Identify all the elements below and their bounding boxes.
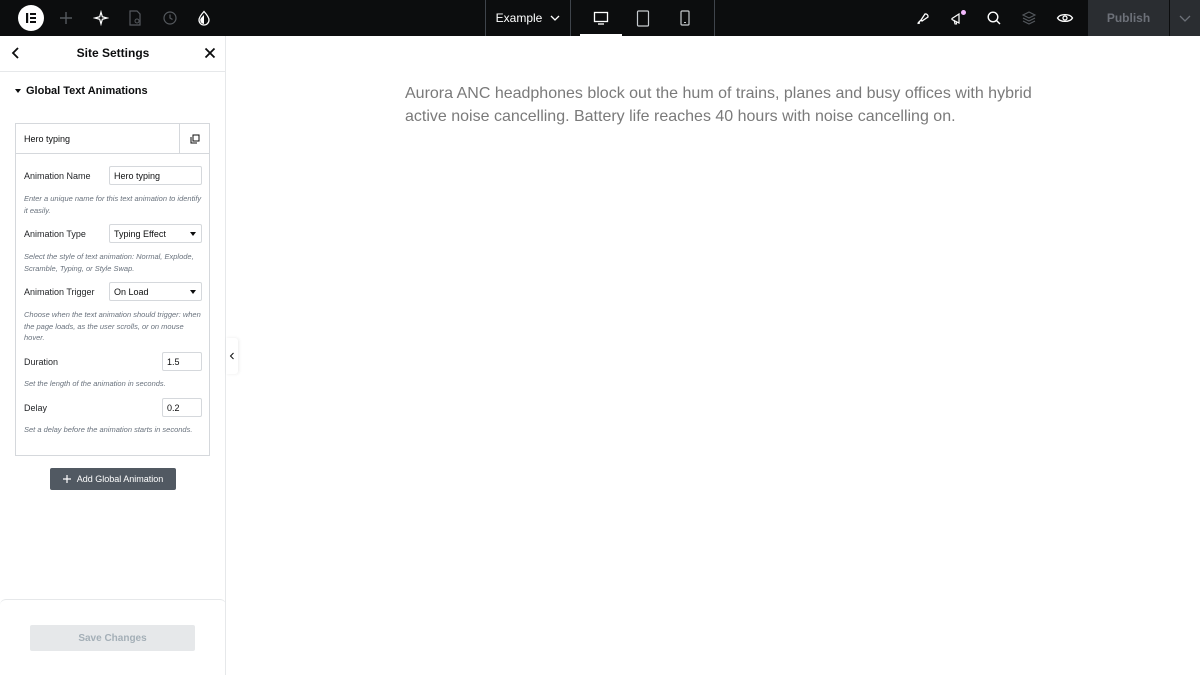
animation-name-description: Enter a unique name for this text animat… <box>24 194 202 215</box>
panel-title: Site Settings <box>76 46 150 60</box>
chevron-down-icon <box>190 290 196 294</box>
duplicate-icon <box>190 134 199 144</box>
add-global-animation-button[interactable]: Add Global Animation <box>50 468 176 490</box>
elementor-logo-icon[interactable] <box>18 5 44 31</box>
page-name: Example <box>495 11 543 25</box>
publish-options-chevron-icon <box>1179 15 1191 22</box>
duration-input[interactable]: 1.5 <box>162 352 202 371</box>
delay-description: Set a delay before the animation starts … <box>24 425 193 434</box>
duration-description: Set the length of the animation in secon… <box>24 379 166 388</box>
desktop-icon <box>593 11 609 25</box>
canvas-text-block[interactable]: Aurora ANC headphones block out the hum … <box>405 82 1045 128</box>
save-changes-button[interactable]: Save Changes <box>30 625 195 651</box>
page-selector[interactable]: Example <box>486 0 570 36</box>
device-desktop-tab[interactable] <box>580 0 622 36</box>
site-settings-panel: Site Settings Global Text Animations Her… <box>0 36 226 675</box>
section-title: Global Text Animations <box>26 85 148 97</box>
device-tablet-tab[interactable] <box>622 0 664 36</box>
duplicate-button[interactable] <box>179 124 209 154</box>
animation-name-input[interactable]: Hero typing <box>109 166 202 185</box>
add-element-icon[interactable] <box>48 0 84 36</box>
caret-down-icon <box>15 89 21 93</box>
repeater-item-header[interactable]: Hero typing <box>16 124 209 154</box>
add-global-animation-label: Add Global Animation <box>76 474 164 484</box>
site-settings-icon[interactable] <box>905 0 941 36</box>
mobile-icon <box>680 10 690 26</box>
animation-trigger-description: Choose when the text animation should tr… <box>24 310 201 342</box>
collapse-panel-button[interactable] <box>226 338 238 374</box>
delay-input[interactable]: 0.2 <box>162 398 202 417</box>
animation-trigger-value: On Load <box>114 287 149 297</box>
animation-trigger-label: Animation Trigger <box>24 287 95 297</box>
close-icon[interactable] <box>202 45 218 61</box>
ai-sparkle-icon[interactable] <box>83 0 119 36</box>
repeater-item: Hero typing Animation Name Hero typing E… <box>15 123 210 456</box>
preview-eye-icon[interactable] <box>1047 0 1083 36</box>
plus-icon <box>62 475 71 483</box>
animation-type-description: Select the style of text animation: Norm… <box>24 252 194 273</box>
panel-header: Site Settings <box>0 36 226 72</box>
search-icon[interactable] <box>976 0 1012 36</box>
chevron-left-icon <box>229 352 234 360</box>
history-icon[interactable] <box>152 0 188 36</box>
whats-new-icon[interactable] <box>940 0 976 36</box>
section-toggle[interactable]: Global Text Animations <box>15 85 148 97</box>
page-dropdown-chevron-icon <box>550 15 560 21</box>
top-bar: Example Publish <box>0 0 1200 36</box>
animation-name-label: Animation Name <box>24 171 91 181</box>
page-settings-icon[interactable] <box>117 0 153 36</box>
divider <box>570 0 571 36</box>
theme-style-icon[interactable] <box>186 0 222 36</box>
notification-dot <box>961 10 966 15</box>
publish-options-button[interactable] <box>1170 0 1200 36</box>
animation-type-select[interactable]: Typing Effect <box>109 224 202 243</box>
repeater-item-title: Hero typing <box>24 134 71 144</box>
publish-button[interactable]: Publish <box>1088 0 1169 36</box>
tablet-icon <box>636 9 650 27</box>
animation-type-value: Typing Effect <box>114 229 166 239</box>
chevron-down-icon <box>190 232 196 236</box>
panel-footer: Save Changes <box>0 599 226 675</box>
divider <box>714 0 715 36</box>
animation-trigger-select[interactable]: On Load <box>109 282 202 301</box>
animation-type-label: Animation Type <box>24 229 86 239</box>
duration-label: Duration <box>24 357 59 367</box>
delay-label: Delay <box>24 403 48 413</box>
device-mobile-tab[interactable] <box>664 0 706 36</box>
structure-layers-icon[interactable] <box>1011 0 1047 36</box>
